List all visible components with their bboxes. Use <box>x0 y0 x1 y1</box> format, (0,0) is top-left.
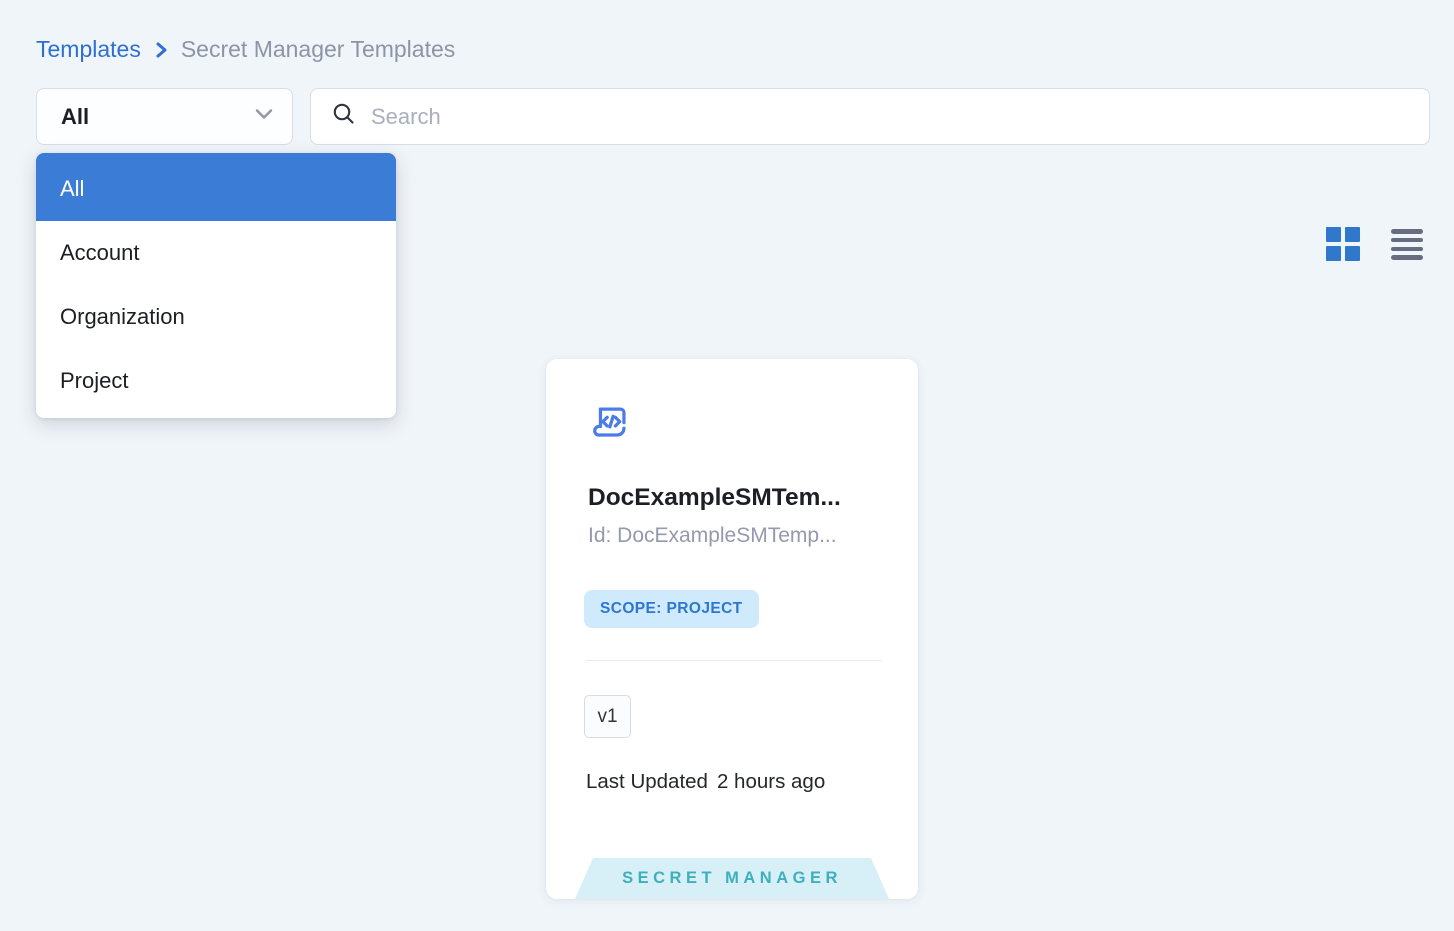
scope-menu-item-all[interactable]: All <box>36 153 396 221</box>
search-bar <box>310 88 1430 145</box>
view-toggle-group <box>1326 224 1426 264</box>
scope-filter-select[interactable]: All <box>36 88 293 145</box>
search-icon <box>331 101 357 132</box>
scope-menu-item-organization[interactable]: Organization <box>36 285 396 349</box>
chevron-down-icon <box>254 107 274 126</box>
scope-badge: SCOPE: PROJECT <box>584 590 759 628</box>
chevron-right-icon <box>153 40 169 60</box>
scope-filter-menu: All Account Organization Project <box>36 153 396 418</box>
grid-icon <box>1326 227 1360 261</box>
breadcrumb-current-page: Secret Manager Templates <box>181 36 455 63</box>
breadcrumb-templates-link[interactable]: Templates <box>36 36 141 63</box>
breadcrumb: Templates Secret Manager Templates <box>36 36 455 63</box>
search-input[interactable] <box>371 104 1413 130</box>
version-chip: v1 <box>584 695 631 738</box>
last-updated-value: 2 hours ago <box>717 770 825 794</box>
template-card[interactable]: DocExampleSMTem... Id: DocExampleSMTemp.… <box>546 359 918 899</box>
scope-menu-item-project[interactable]: Project <box>36 349 396 413</box>
secret-manager-banner: SECRET MANAGER <box>575 858 889 899</box>
template-card-id: Id: DocExampleSMTemp... <box>588 524 884 548</box>
card-divider <box>586 660 882 661</box>
scope-menu-item-account[interactable]: Account <box>36 221 396 285</box>
list-icon <box>1391 229 1423 260</box>
scope-filter-value: All <box>61 104 89 130</box>
last-updated: Last Updated 2 hours ago <box>586 770 825 794</box>
list-view-button[interactable] <box>1391 229 1423 260</box>
grid-view-button[interactable] <box>1326 227 1360 261</box>
last-updated-label: Last Updated <box>586 770 708 794</box>
script-code-icon <box>588 401 634 447</box>
template-card-title: DocExampleSMTem... <box>588 484 884 512</box>
